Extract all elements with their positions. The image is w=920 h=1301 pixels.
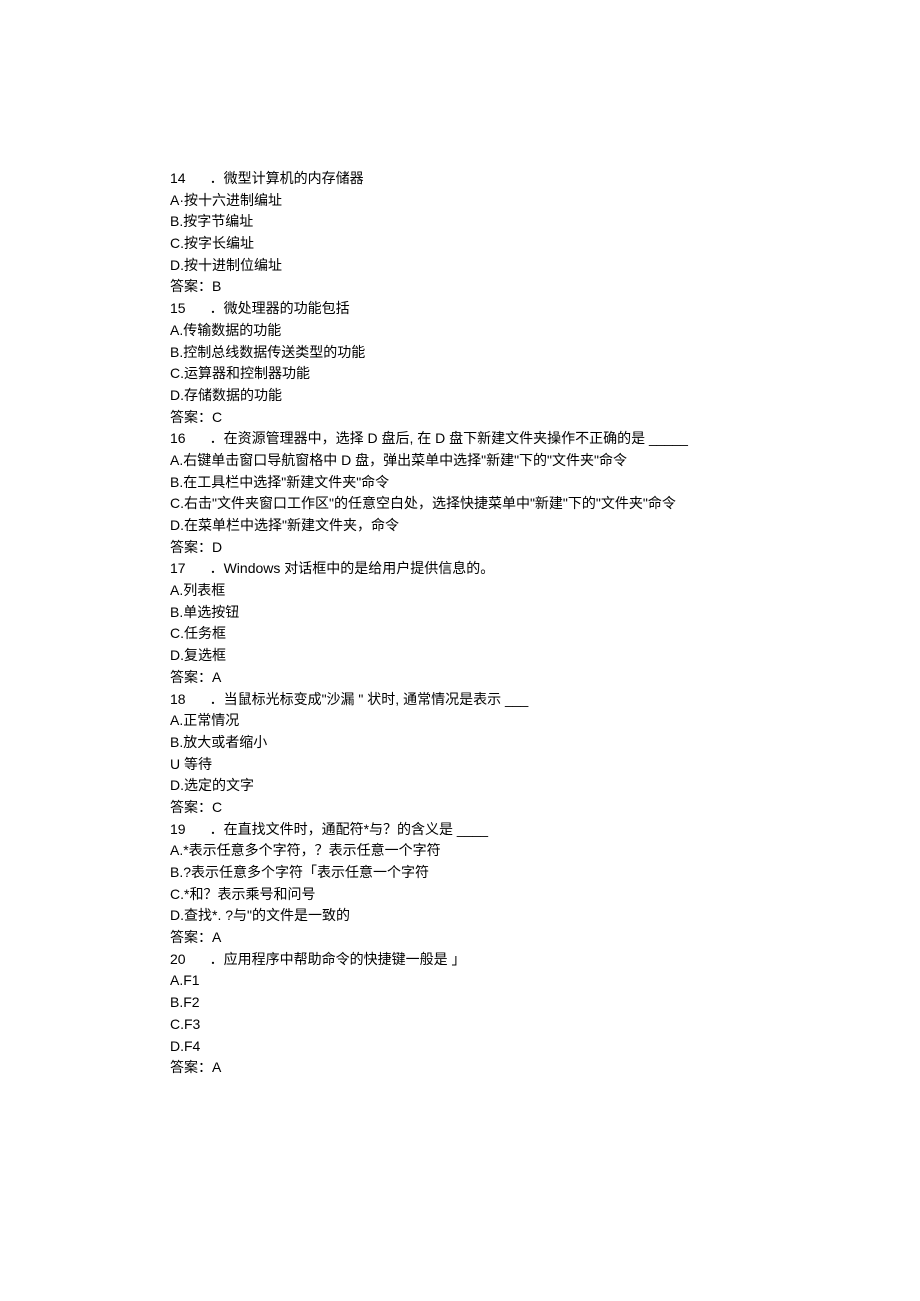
question-stem: 17 ．Windows 对话框中的是给用户提供信息的。 <box>170 558 920 580</box>
question-number: 18 <box>170 689 186 711</box>
question-stem: 19 ．在直找文件时，通配符*与？的含义是 ____ <box>170 819 920 841</box>
question-block: 20 ．应用程序中帮助命令的快捷键一般是 」 A.F1B.F2C.F3D.F4答案：… <box>170 949 920 1079</box>
question-option: A.正常情况 <box>170 710 920 732</box>
question-stem: 18 ．当鼠标光标变成"沙漏 " 状时, 通常情况是表示 ___ <box>170 689 920 711</box>
question-option: A.F1 <box>170 970 920 992</box>
question-block: 19 ．在直找文件时，通配符*与？的含义是 ____ A.*表示任意多个字符，？表示… <box>170 819 920 949</box>
question-block: 14 ．微型计算机的内存储器 A·按十六进制编址B.按字节编址C.按字长编址D.按十… <box>170 168 920 298</box>
question-text: ．应用程序中帮助命令的快捷键一般是 」 <box>210 951 466 967</box>
question-text: ．当鼠标光标变成"沙漏 " 状时, 通常情况是表示 ___ <box>210 691 529 707</box>
question-text: ．Windows 对话框中的是给用户提供信息的。 <box>210 560 495 576</box>
question-number: 19 <box>170 819 186 841</box>
question-stem: 15 ．微处理器的功能包括 <box>170 298 920 320</box>
question-block: 18 ．当鼠标光标变成"沙漏 " 状时, 通常情况是表示 ___ A.正常情况B.放… <box>170 689 920 819</box>
question-answer: 答案：A <box>170 1057 920 1079</box>
question-stem: 14 ．微型计算机的内存储器 <box>170 168 920 190</box>
question-number: 15 <box>170 298 186 320</box>
question-answer: 答案：B <box>170 276 920 298</box>
question-option: D.在菜单栏中选择"新建文件夹，命令 <box>170 515 920 537</box>
question-option: D.按十进制位编址 <box>170 255 920 277</box>
question-answer: 答案：A <box>170 667 920 689</box>
question-answer: 答案：D <box>170 537 920 559</box>
question-option: U 等待 <box>170 754 920 776</box>
question-option: D.选定的文字 <box>170 775 920 797</box>
question-option: A.*表示任意多个字符，？表示任意一个字符 <box>170 840 920 862</box>
question-number: 14 <box>170 168 186 190</box>
question-text: ．微处理器的功能包括 <box>210 300 350 316</box>
document-body: 14 ．微型计算机的内存储器 A·按十六进制编址B.按字节编址C.按字长编址D.按十… <box>170 168 920 1079</box>
question-option: D.查找*. ?与"的文件是一致的 <box>170 905 920 927</box>
question-number: 16 <box>170 428 186 450</box>
question-option: B.F2 <box>170 992 920 1014</box>
question-option: A.列表框 <box>170 580 920 602</box>
question-text: ．在直找文件时，通配符*与？的含义是 ____ <box>210 821 488 837</box>
question-option: B.单选按钮 <box>170 602 920 624</box>
question-option: C.*和？表示乘号和问号 <box>170 884 920 906</box>
question-option: C.F3 <box>170 1014 920 1036</box>
question-option: C.右击"文件夹窗口工作区"的任意空白处，选择快捷菜单中"新建"下的"文件夹"命… <box>170 493 920 515</box>
question-answer: 答案：C <box>170 797 920 819</box>
question-block: 17 ．Windows 对话框中的是给用户提供信息的。 A.列表框B.单选按钮C.任… <box>170 558 920 688</box>
question-option: C.任务框 <box>170 623 920 645</box>
question-option: D.复选框 <box>170 645 920 667</box>
question-number: 17 <box>170 558 186 580</box>
question-option: A.传输数据的功能 <box>170 320 920 342</box>
question-stem: 16 ．在资源管理器中，选择 D 盘后, 在 D 盘下新建文件夹操作不正确的是 _… <box>170 428 920 450</box>
question-answer: 答案：C <box>170 407 920 429</box>
question-block: 16 ．在资源管理器中，选择 D 盘后, 在 D 盘下新建文件夹操作不正确的是 _… <box>170 428 920 558</box>
question-block: 15 ．微处理器的功能包括 A.传输数据的功能B.控制总线数据传送类型的功能C.运算… <box>170 298 920 428</box>
question-text: ．在资源管理器中，选择 D 盘后, 在 D 盘下新建文件夹操作不正确的是 ___… <box>210 430 688 446</box>
question-option: D.F4 <box>170 1036 920 1058</box>
question-stem: 20 ．应用程序中帮助命令的快捷键一般是 」 <box>170 949 920 971</box>
question-text: ．微型计算机的内存储器 <box>210 170 364 186</box>
question-option: A·按十六进制编址 <box>170 190 920 212</box>
question-option: B.按字节编址 <box>170 211 920 233</box>
question-option: B.控制总线数据传送类型的功能 <box>170 342 920 364</box>
question-option: B.放大或者缩小 <box>170 732 920 754</box>
question-option: C.按字长编址 <box>170 233 920 255</box>
question-option: B.在工具栏中选择"新建文件夹"命令 <box>170 472 920 494</box>
question-option: A.右键单击窗口导航窗格中 D 盘，弹出菜单中选择"新建"下的"文件夹"命令 <box>170 450 920 472</box>
question-answer: 答案：A <box>170 927 920 949</box>
question-number: 20 <box>170 949 186 971</box>
question-option: C.运算器和控制器功能 <box>170 363 920 385</box>
question-option: B.?表示任意多个字符「表示任意一个字符 <box>170 862 920 884</box>
question-option: D.存储数据的功能 <box>170 385 920 407</box>
